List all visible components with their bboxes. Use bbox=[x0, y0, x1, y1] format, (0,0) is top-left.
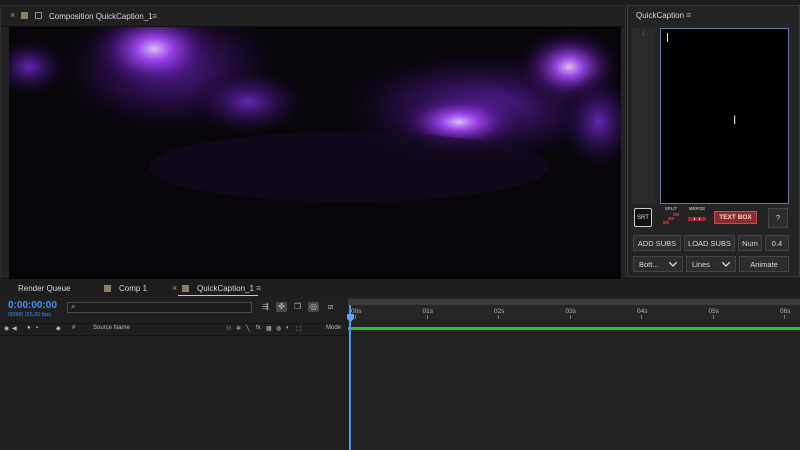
quickcaption-title[interactable]: QuickCaption bbox=[636, 11, 684, 20]
ruler-label: 01s bbox=[422, 308, 433, 315]
quality-icon[interactable]: ╲ bbox=[246, 325, 250, 332]
mode-select-value: Lines bbox=[692, 260, 710, 269]
collapse-icon[interactable]: ✲ bbox=[236, 325, 241, 332]
layer-search-input[interactable]: ⌕ bbox=[67, 302, 252, 313]
composition-color-icon bbox=[21, 12, 28, 19]
merge-button[interactable]: MERGE bbox=[686, 206, 708, 226]
source-name-header[interactable]: Source Name bbox=[93, 325, 130, 331]
mode-select[interactable]: Lines bbox=[686, 256, 736, 272]
split-label: SPLIT bbox=[664, 206, 678, 211]
line-numbers: 1 bbox=[632, 28, 655, 204]
timeline-tracks[interactable]: 00s 01s 02s 03s 04s 05s 06s bbox=[347, 297, 800, 450]
time-navigator[interactable] bbox=[348, 299, 800, 305]
caption-text-area[interactable]: I bbox=[660, 28, 789, 204]
current-time-display[interactable]: 0:00:00:00 bbox=[8, 300, 57, 311]
split-button[interactable]: SPLIT bbox=[661, 206, 681, 226]
solo-icon[interactable]: ● bbox=[27, 325, 31, 331]
ruler-label: 02s bbox=[494, 308, 505, 315]
text-box-button[interactable]: TEXT BOX bbox=[714, 211, 757, 224]
position-select[interactable]: Bott... bbox=[633, 256, 683, 272]
merge-label: MERGE bbox=[688, 206, 706, 211]
num-input[interactable]: 0.4 bbox=[765, 235, 789, 251]
playhead[interactable] bbox=[347, 305, 354, 450]
position-select-value: Bott... bbox=[639, 260, 659, 269]
lock-column-icon[interactable]: ▪ bbox=[36, 325, 38, 331]
viewer-frame-image bbox=[9, 27, 621, 281]
lock-icon[interactable] bbox=[35, 12, 42, 19]
load-subs-button[interactable]: LOAD SUBS bbox=[684, 235, 735, 251]
chevron-down-icon bbox=[722, 262, 730, 267]
ruler-label: 06s bbox=[780, 308, 791, 315]
tab-comp-1[interactable]: Comp 1 bbox=[119, 284, 147, 293]
composition-panel: × Composition QuickCaption_1 ≡ bbox=[0, 5, 626, 281]
layer-column-header: ◉ ◀ ● ▪ ◆ # Source Name ⚇ ✲ ╲ fx ▦ ◍ ◐ ⬚… bbox=[0, 323, 347, 336]
frame-blending-icon[interactable]: ❐ bbox=[292, 302, 303, 312]
merge-icon bbox=[688, 217, 706, 221]
tab-render-queue[interactable]: Render Queue bbox=[18, 284, 70, 293]
num-label: Num bbox=[738, 235, 762, 251]
timeline-tab-bar: Render Queue Comp 1 × QuickCaption_1 ≡ bbox=[0, 279, 800, 298]
quickcaption-panel: QuickCaption ≡ 1 I SRT SPLIT MERGE TEXT … bbox=[627, 5, 800, 277]
srt-export-icon[interactable]: SRT bbox=[634, 208, 652, 227]
work-area-bar[interactable] bbox=[348, 327, 800, 330]
tab-close-icon[interactable]: × bbox=[172, 283, 177, 293]
help-button[interactable]: ? bbox=[768, 208, 788, 228]
add-subs-button[interactable]: ADD SUBS bbox=[633, 235, 681, 251]
ruler-label: 05s bbox=[708, 308, 719, 315]
split-icon bbox=[663, 213, 679, 224]
search-icon: ⌕ bbox=[71, 302, 76, 311]
active-tab-underline bbox=[178, 295, 258, 296]
composition-tab-bar: × Composition QuickCaption_1 ≡ bbox=[1, 6, 625, 27]
motion-blur-icon[interactable]: ◎ bbox=[308, 302, 319, 312]
track-area[interactable] bbox=[348, 319, 800, 450]
graph-editor-icon[interactable]: ⧄ bbox=[325, 302, 336, 312]
composition-menu-icon[interactable]: ≡ bbox=[152, 11, 157, 21]
3d-layer-icon[interactable]: ⬚ bbox=[296, 325, 302, 332]
comp-flowchart-icon[interactable]: ⇶ bbox=[260, 302, 271, 312]
quickcaption-menu-icon[interactable]: ≡ bbox=[686, 10, 691, 20]
frame-rate-display: 00000 (25.00 fps) bbox=[8, 312, 52, 318]
effects-icon[interactable]: fx bbox=[256, 325, 261, 331]
frame-blend-column-icon[interactable]: ▦ bbox=[266, 325, 272, 332]
ruler-label: 00s bbox=[351, 308, 362, 315]
video-toggle-icon[interactable]: ◉ bbox=[4, 325, 9, 332]
tab-quickcaption-1[interactable]: QuickCaption_1 bbox=[197, 284, 254, 293]
layer-panel: 0:00:00:00 00000 (25.00 fps) ⌕ ⇶ ✜ ❐ ◎ ⧄… bbox=[0, 297, 347, 450]
comp-color-icon bbox=[182, 285, 189, 292]
comp-color-icon bbox=[104, 285, 111, 292]
composition-viewer[interactable] bbox=[9, 27, 621, 281]
draft-3d-icon[interactable]: ✜ bbox=[276, 302, 287, 312]
line-number: 1 bbox=[641, 31, 646, 38]
adjustment-layer-icon[interactable]: ◐ bbox=[286, 325, 290, 331]
text-cursor-icon: I bbox=[733, 113, 737, 127]
chevron-down-icon bbox=[669, 262, 677, 267]
text-caret bbox=[667, 33, 668, 42]
animate-button[interactable]: Animate bbox=[739, 256, 789, 272]
ruler-label: 03s bbox=[565, 308, 576, 315]
mode-header: Mode bbox=[326, 325, 342, 331]
timeline-menu-icon[interactable]: ≡ bbox=[256, 283, 261, 293]
ruler-label: 04s bbox=[637, 308, 648, 315]
shy-icon[interactable]: ⚇ bbox=[226, 325, 231, 332]
audio-toggle-icon[interactable]: ◀ bbox=[12, 325, 17, 332]
composition-close-icon[interactable]: × bbox=[10, 10, 15, 20]
time-ruler[interactable]: 00s 01s 02s 03s 04s 05s 06s bbox=[348, 297, 800, 319]
motion-blur-column-icon[interactable]: ◍ bbox=[276, 325, 281, 332]
label-color-icon[interactable]: ◆ bbox=[56, 325, 61, 332]
layer-number-header: # bbox=[72, 325, 76, 331]
composition-tab[interactable]: Composition QuickCaption_1 bbox=[49, 12, 153, 21]
